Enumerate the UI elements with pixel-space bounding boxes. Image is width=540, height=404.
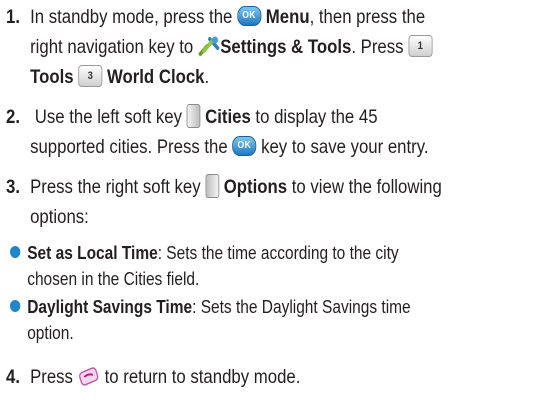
- bullet-set-as-local-time: Set as Local Time: Sets the time accordi…: [10, 240, 464, 292]
- step-text: key to save your entry.: [256, 136, 429, 158]
- step-text: to display the 45: [250, 106, 378, 128]
- step-text: In standby mode, press the: [30, 6, 238, 28]
- bullet-term: Set as Local Time: [27, 243, 158, 263]
- ok-key-icon: OK: [232, 135, 257, 156]
- ok-key-icon: OK: [237, 5, 262, 26]
- step-text: to view the following: [287, 176, 442, 198]
- key-1-icon: 1: [408, 34, 433, 57]
- bullet-dot: [10, 246, 21, 259]
- step-text: , then press the: [309, 6, 426, 28]
- bullet-text: : Sets the Daylight Savings time: [192, 297, 411, 317]
- step-text: . Press: [351, 36, 409, 58]
- bullet-text: option.: [27, 323, 74, 343]
- step-number: 3.: [6, 176, 20, 198]
- key-3-icon: 3: [78, 64, 103, 87]
- step-text: options:: [30, 206, 89, 228]
- options-label: Options: [223, 176, 288, 198]
- step-number: 4.: [6, 366, 20, 388]
- bullet-text: chosen in the Cities field.: [27, 269, 200, 289]
- step-number: 1.: [6, 6, 20, 28]
- step-2: 2. Use the left soft key Cities to displ…: [6, 102, 460, 162]
- step-3: 3. Press the right soft key Options to vi…: [6, 172, 460, 232]
- bullet-term: Daylight Savings Time: [27, 297, 193, 317]
- step-text: to return to standby mode.: [99, 366, 301, 388]
- settings-tools-icon: [198, 35, 220, 57]
- step-text: Press the right soft key: [30, 176, 206, 198]
- step-4: 4. Press to return to standby mode.: [6, 362, 460, 392]
- cities-label: Cities: [205, 106, 251, 128]
- tools-label: Tools: [30, 66, 74, 88]
- instructions-page: 1. In standby mode, press the OK Menu, th…: [0, 0, 540, 404]
- step-text: Use the left soft key: [30, 106, 187, 128]
- world-clock-label: World Clock: [106, 66, 205, 88]
- step-text: supported cities. Press the: [30, 136, 233, 158]
- bullet-dot: [10, 300, 21, 313]
- menu-label: Menu: [265, 6, 310, 28]
- right-soft-key-icon: [205, 173, 220, 198]
- step-number: 2.: [6, 106, 20, 128]
- bullet-text: : Sets the time according to the city: [157, 243, 399, 263]
- step-1: 1. In standby mode, press the OK Menu, th…: [6, 2, 460, 92]
- step-text: .: [204, 66, 210, 88]
- bullet-daylight-savings-time: Daylight Savings Time: Sets the Daylight…: [10, 294, 464, 346]
- left-soft-key-icon: [186, 103, 201, 128]
- end-key-icon: [78, 365, 100, 387]
- step-text: Press: [30, 366, 78, 388]
- settings-label: Settings & Tools: [220, 36, 352, 58]
- step-text: right navigation key to: [30, 36, 198, 58]
